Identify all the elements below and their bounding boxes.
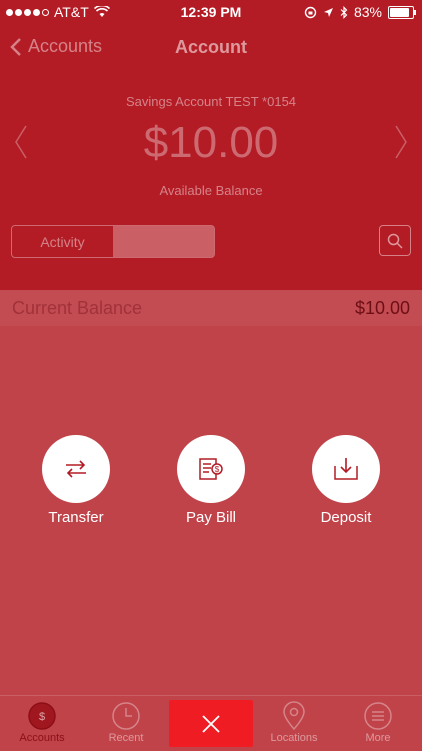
- transfer-label: Transfer: [48, 509, 104, 526]
- tab-bar: $ Accounts Recent Locations More: [0, 695, 422, 751]
- search-button[interactable]: [379, 225, 411, 256]
- battery-percent: 83%: [353, 4, 382, 20]
- status-bar: AT&T 12:39 PM 83%: [0, 0, 422, 24]
- status-right: 83%: [304, 4, 416, 20]
- tab-recent[interactable]: Recent: [84, 700, 168, 744]
- svg-text:$: $: [215, 465, 220, 474]
- tab-accounts[interactable]: $ Accounts: [0, 700, 84, 744]
- transfer-button[interactable]: [42, 435, 110, 503]
- page-title: Account: [175, 37, 247, 57]
- deposit-tray-icon: [334, 458, 358, 480]
- location-pin-icon: [283, 701, 305, 731]
- close-icon: [202, 714, 220, 733]
- close-menu-button[interactable]: [169, 700, 253, 747]
- menu-icon: [364, 702, 392, 730]
- segment-activity[interactable]: Activity: [12, 226, 113, 257]
- transfer-action[interactable]: Transfer: [16, 435, 136, 526]
- segment-selected[interactable]: [113, 226, 214, 257]
- battery-icon: [388, 5, 416, 19]
- available-balance-amount: $10.00: [143, 118, 279, 167]
- available-balance-label: Available Balance: [159, 183, 263, 198]
- account-name: Savings Account TEST *0154: [125, 94, 297, 109]
- current-balance-label: Current Balance: [12, 298, 143, 318]
- search-icon: [387, 233, 403, 249]
- pay-bill-label: Pay Bill: [185, 509, 237, 526]
- tab-locations-label: Locations: [270, 732, 318, 744]
- clock-icon: [112, 702, 140, 730]
- tab-locations[interactable]: Locations: [252, 700, 336, 744]
- deposit-button[interactable]: [312, 435, 380, 503]
- tab-recent-label: Recent: [108, 732, 144, 744]
- dollar-circle-icon: $: [28, 702, 56, 730]
- deposit-label: Deposit: [320, 509, 372, 526]
- svg-text:$: $: [39, 711, 45, 723]
- location-arrow-icon: [323, 7, 333, 17]
- pay-bill-button[interactable]: $: [177, 435, 245, 503]
- rotation-lock-icon: [304, 6, 317, 18]
- tab-accounts-label: Accounts: [19, 732, 65, 744]
- segmented-control: Activity: [11, 225, 215, 258]
- pay-bill-action[interactable]: $ Pay Bill: [151, 435, 271, 526]
- current-balance-row: Current Balance $10.00: [0, 290, 422, 326]
- bluetooth-icon: [340, 5, 348, 19]
- bill-icon: $: [199, 458, 223, 480]
- tab-more-label: More: [365, 732, 391, 744]
- transfer-arrows-icon: [66, 460, 86, 478]
- deposit-action[interactable]: Deposit: [286, 435, 406, 526]
- current-balance-value: $10.00: [354, 298, 410, 318]
- tab-more[interactable]: More: [336, 700, 420, 744]
